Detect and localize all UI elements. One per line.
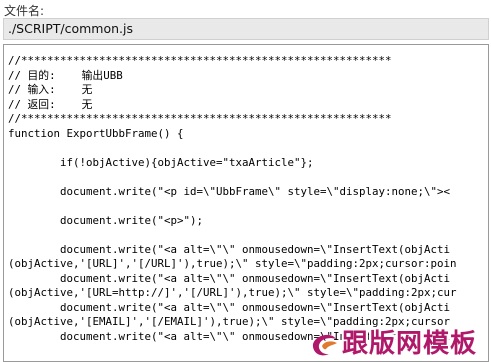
code-line: //**************************************… — [8, 112, 392, 125]
code-editor[interactable]: //**************************************… — [3, 44, 489, 362]
filename-label: 文件名: — [4, 4, 45, 18]
code-line: // 输入: 无 — [8, 83, 93, 96]
code-line: document.write("<a alt=\"\" onmousedown=… — [8, 271, 451, 285]
code-line: //**************************************… — [8, 54, 392, 67]
code-line: document.write("<a alt=\"\" onmousedown=… — [8, 300, 451, 314]
code-line: if(!objActive){objActive="txaArticle"}; — [8, 155, 314, 169]
code-line: function ExportUbbFrame() { — [8, 126, 184, 140]
code-line: document.write("<p id=\"UbbFrame\" style… — [8, 184, 451, 198]
code-line: document.write("<a alt=\"\" onmousedown=… — [8, 329, 451, 343]
code-line: (objActive,'[EMAIL]','[/EMAIL]'),true);\… — [8, 315, 451, 328]
code-line: // 目的: 输出UBB — [8, 68, 123, 82]
filename-field[interactable]: ./SCRIPT/common.js — [3, 18, 489, 40]
code-line: // 返回: 无 — [8, 97, 93, 111]
code-content[interactable]: //**************************************… — [8, 54, 488, 361]
code-line: document.write("<a alt=\"\" onmousedown=… — [8, 242, 451, 256]
code-line: (objActive,'[URL]','[/URL]'),true);\" st… — [8, 257, 457, 270]
code-line: document.write("<p>"); — [8, 213, 204, 227]
code-line: (objActive,'[URL=http://]','[/URL]'),tru… — [8, 286, 457, 299]
